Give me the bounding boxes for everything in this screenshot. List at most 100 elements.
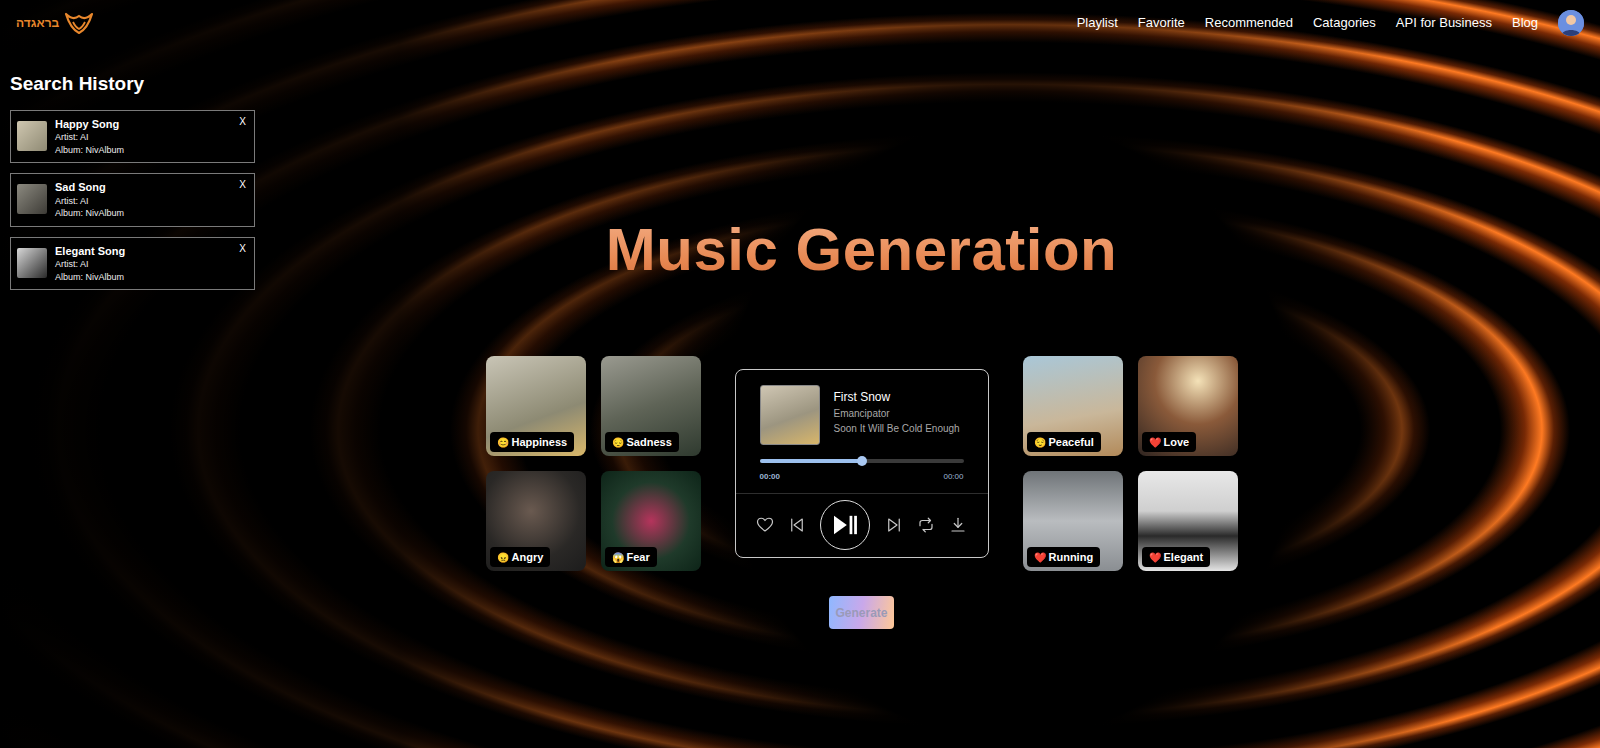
song-artist: Artist: AI	[55, 131, 231, 144]
player-controls	[736, 493, 988, 556]
nav-link[interactable]: Favorite	[1138, 13, 1185, 33]
track-artist: Emancipator	[834, 406, 960, 421]
mood-name: Peaceful	[1049, 436, 1094, 448]
nav-link[interactable]: API for Business	[1396, 13, 1492, 33]
song-info: Elegant SongArtist: AIAlbum: NivAlbum	[55, 244, 231, 283]
generator-stage: 😊Happiness😔Sadness😠Angry😱FearFirst SnowE…	[486, 356, 1238, 571]
mood-name: Angry	[512, 551, 544, 563]
mood-emoji: 😌	[1034, 437, 1046, 448]
mood-label: 😔Sadness	[605, 432, 679, 452]
mood-emoji: 😠	[497, 552, 509, 563]
song-title: Elegant Song	[55, 244, 231, 258]
play-pause-button[interactable]	[820, 500, 870, 550]
user-avatar[interactable]	[1558, 10, 1584, 36]
logo[interactable]: בראגדה	[16, 10, 95, 36]
mood-tile[interactable]: 😌Peaceful	[1023, 356, 1123, 456]
time-row: 00:00 00:00	[760, 471, 964, 483]
mood-emoji: ❤️	[1149, 437, 1161, 448]
elapsed-time: 00:00	[760, 471, 780, 483]
repeat-icon	[917, 516, 935, 534]
mood-label: 😱Fear	[605, 547, 657, 567]
mood-name: Love	[1164, 436, 1190, 448]
total-time: 00:00	[943, 471, 963, 483]
mood-label: ❤️Elegant	[1142, 547, 1211, 567]
track-row: First SnowEmancipatorSoon It Will Be Col…	[760, 385, 964, 445]
track-album: Soon It Will Be Cold Enough	[834, 421, 960, 436]
next-icon	[885, 516, 903, 534]
mood-tile[interactable]: 😊Happiness	[486, 356, 586, 456]
music-player: First SnowEmancipatorSoon It Will Be Col…	[735, 369, 989, 558]
progress-track[interactable]	[760, 459, 964, 463]
song-info: Happy SongArtist: AIAlbum: NivAlbum	[55, 117, 231, 156]
crown-logo-icon	[63, 10, 95, 36]
album-art	[760, 385, 820, 445]
mood-tile[interactable]: 😔Sadness	[601, 356, 701, 456]
download-icon	[949, 516, 967, 534]
song-thumbnail	[17, 121, 47, 151]
remove-button[interactable]: X	[239, 117, 246, 127]
sidebar-title: Search History	[10, 73, 255, 96]
page-title: Music Generation	[606, 214, 1117, 286]
mood-tile[interactable]: ❤️Elegant	[1138, 471, 1238, 571]
main-area: Music Generation 😊Happiness 😔Sadness 😠Angry…	[255, 45, 1600, 748]
player-info: First SnowEmancipatorSoon It Will Be Col…	[736, 370, 988, 493]
mood-emoji: 😱	[612, 552, 624, 563]
nav-link[interactable]: Recommended	[1205, 13, 1293, 33]
song-thumbnail	[17, 184, 47, 214]
search-history: Search HistoryHappy SongArtist: AIAlbum:…	[0, 45, 255, 748]
mood-tile[interactable]: 😠Angry	[486, 471, 586, 571]
mood-grid: 😊Happiness 😔Sadness 😠Angry 😱Fear	[486, 356, 701, 571]
heart-icon	[756, 516, 774, 534]
play-pause-icon	[831, 514, 859, 536]
history-card[interactable]: Elegant SongArtist: AIAlbum: NivAlbum X	[10, 237, 255, 290]
history-card[interactable]: Sad SongArtist: AIAlbum: NivAlbum X	[10, 173, 255, 226]
mood-label: 😊Happiness	[490, 432, 575, 452]
mood-tile[interactable]: 😱Fear	[601, 471, 701, 571]
song-info: Sad SongArtist: AIAlbum: NivAlbum	[55, 180, 231, 219]
mood-name: Elegant	[1164, 551, 1204, 563]
mood-emoji: 😊	[497, 437, 509, 448]
song-title: Happy Song	[55, 117, 231, 131]
logo-text: בראגדה	[16, 17, 59, 29]
download-button[interactable]	[949, 516, 967, 534]
mood-tile[interactable]: ❤️Love	[1138, 356, 1238, 456]
history-card[interactable]: Happy SongArtist: AIAlbum: NivAlbum X	[10, 110, 255, 163]
progress-knob[interactable]	[857, 456, 867, 466]
previous-icon	[788, 516, 806, 534]
mood-emoji: ❤️	[1034, 552, 1046, 563]
mood-grid: 😌Peaceful❤️Love❤️Running❤️Elegant	[1023, 356, 1238, 571]
song-album: Album: NivAlbum	[55, 144, 231, 157]
song-thumbnail	[17, 248, 47, 278]
song-album: Album: NivAlbum	[55, 207, 231, 220]
progress-fill	[760, 459, 862, 463]
mood-name: Happiness	[512, 436, 568, 448]
mood-label: 😠Angry	[490, 547, 551, 567]
mood-label: ❤️Running	[1027, 547, 1101, 567]
nav-link[interactable]: Catagories	[1313, 13, 1376, 33]
remove-button[interactable]: X	[239, 180, 246, 190]
mood-name: Sadness	[627, 436, 672, 448]
track-title: First Snow	[834, 389, 960, 406]
previous-button[interactable]	[788, 516, 806, 534]
mood-name: Running	[1049, 551, 1094, 563]
person-icon	[1558, 10, 1584, 36]
mood-tile[interactable]: ❤️Running	[1023, 471, 1123, 571]
like-button[interactable]	[756, 516, 774, 534]
next-button[interactable]	[885, 516, 903, 534]
generate-button[interactable]: Generate	[829, 596, 893, 629]
top-navbar: בראגדה Playlist Favorite Recommended Catago…	[0, 0, 1600, 45]
track-meta: First SnowEmancipatorSoon It Will Be Col…	[834, 385, 960, 436]
remove-button[interactable]: X	[239, 244, 246, 254]
mood-label: ❤️Love	[1142, 432, 1197, 452]
repeat-button[interactable]	[917, 516, 935, 534]
mood-emoji: 😔	[612, 437, 624, 448]
song-title: Sad Song	[55, 180, 231, 194]
mood-label: 😌Peaceful	[1027, 432, 1101, 452]
mood-name: Fear	[627, 551, 650, 563]
nav-links: Playlist Favorite Recommended Catagories API…	[1077, 10, 1584, 36]
song-album: Album: NivAlbum	[55, 271, 231, 284]
nav-link[interactable]: Blog	[1512, 13, 1538, 33]
song-artist: Artist: AI	[55, 258, 231, 271]
mood-emoji: ❤️	[1149, 552, 1161, 563]
nav-link[interactable]: Playlist	[1077, 13, 1118, 33]
